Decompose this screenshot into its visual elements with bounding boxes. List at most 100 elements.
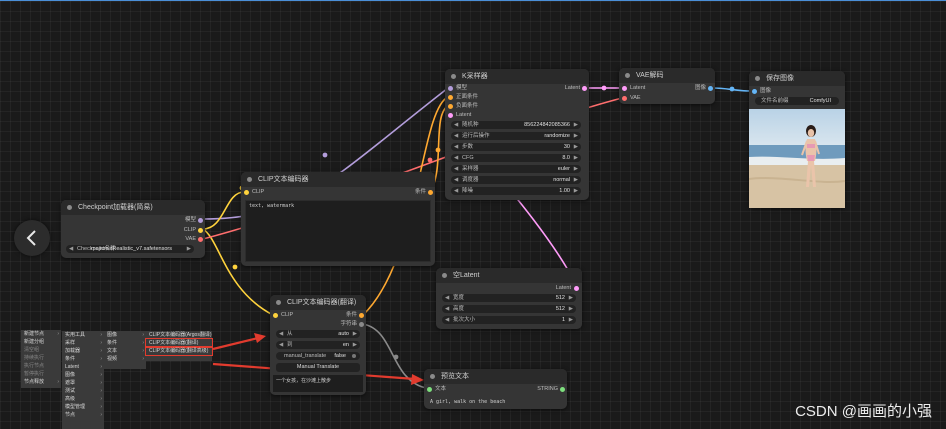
generated-image-preview[interactable] bbox=[749, 109, 845, 208]
batch-size-widget[interactable]: ◀ 批次大小 1 ▶ bbox=[442, 316, 576, 324]
from-lang-combo[interactable]: ◀ 从 auto ▶ bbox=[276, 330, 360, 338]
node-title: K采样器 bbox=[445, 69, 589, 84]
menu-item[interactable]: 清空组 bbox=[21, 346, 61, 354]
collapse-dot-icon[interactable] bbox=[67, 205, 72, 210]
collapse-dot-icon[interactable] bbox=[755, 76, 760, 81]
output-image-pin[interactable] bbox=[708, 86, 713, 91]
output-latent-label: Latent bbox=[564, 85, 580, 91]
collapse-dot-icon[interactable] bbox=[451, 74, 456, 79]
menu-item[interactable]: 加载器 › bbox=[62, 347, 104, 355]
input-clip-pin[interactable] bbox=[244, 190, 249, 195]
back-button[interactable] bbox=[14, 220, 50, 256]
menu-item[interactable]: Latent › bbox=[62, 363, 104, 371]
output-string-label: STRING bbox=[537, 386, 558, 392]
collapse-dot-icon[interactable] bbox=[625, 73, 630, 78]
node-title: CLIP文本编码器 bbox=[241, 172, 435, 187]
cfg-widget[interactable]: ◀ CFG 8.0 ▶ bbox=[451, 154, 581, 162]
input-clip-pin[interactable] bbox=[273, 313, 278, 318]
context-menu-subcategories[interactable]: 图像 › 条件 › 文本 › 视频 › bbox=[104, 331, 146, 369]
menu-item[interactable]: 采样 › bbox=[62, 339, 104, 347]
seed-widget[interactable]: ◀ 随机种 856224842085366 ▶ bbox=[451, 121, 581, 129]
node-title: VAE解码 bbox=[619, 68, 715, 83]
context-menu-nodes[interactable]: CLIP文本编码器(Argos翻译) CLIP文本编码器(翻译) CLIP文本编… bbox=[145, 331, 213, 361]
ksampler-node[interactable]: K采样器 模型 正面条件 负面条件 Latent Latent ◀ 随机种 8562… bbox=[445, 69, 589, 200]
vae-decode-node[interactable]: VAE解码 Latent VAE 图像 bbox=[619, 68, 715, 104]
collapse-dot-icon[interactable] bbox=[442, 273, 447, 278]
to-lang-combo[interactable]: ◀ 到 en ▶ bbox=[276, 341, 360, 349]
menu-item[interactable]: 测试 › bbox=[62, 387, 104, 395]
collapse-dot-icon[interactable] bbox=[276, 300, 281, 305]
manual-translate-button[interactable]: Manual Translate bbox=[276, 363, 360, 372]
collapse-dot-icon[interactable] bbox=[247, 177, 252, 182]
output-model-pin[interactable] bbox=[198, 218, 203, 223]
input-positive-pin[interactable] bbox=[448, 95, 453, 100]
menu-item[interactable]: 实用工具 › bbox=[62, 331, 104, 339]
input-text-pin[interactable] bbox=[427, 387, 432, 392]
menu-item[interactable]: 图像 › bbox=[104, 331, 146, 339]
menu-item[interactable]: 文本 › bbox=[104, 347, 146, 355]
sampler-widget[interactable]: ◀ 采样器 euler ▶ bbox=[451, 165, 581, 173]
context-menu-categories[interactable]: 实用工具 › 采样 › 加载器 › 条件 › Latent › 图像 › 遮罩 › 测试 › 高… bbox=[62, 331, 104, 429]
input-latent-label: Latent bbox=[630, 85, 646, 91]
input-vae-pin[interactable] bbox=[622, 96, 627, 101]
menu-item[interactable]: 执行节点 bbox=[21, 362, 61, 370]
output-vae-pin[interactable] bbox=[198, 237, 203, 242]
control-after-generate-widget[interactable]: ◀ 运行后操作 randomize ▶ bbox=[451, 132, 581, 140]
input-negative-label: 负面条件 bbox=[456, 103, 479, 109]
output-vae-label: VAE bbox=[185, 236, 196, 242]
output-conditioning-pin[interactable] bbox=[428, 190, 433, 195]
menu-item[interactable]: 视频 › bbox=[104, 355, 146, 363]
prompt-textarea[interactable]: 一个女孩，在沙滩上散步 bbox=[273, 375, 363, 392]
output-string-pin[interactable] bbox=[359, 322, 364, 327]
steps-widget[interactable]: ◀ 步数 30 ▶ bbox=[451, 143, 581, 151]
scheduler-widget[interactable]: ◀ 调度器 normal ▶ bbox=[451, 176, 581, 184]
menu-item[interactable]: 节点释放 › bbox=[21, 378, 61, 386]
ckpt-name-combo[interactable]: ◀ Checkpoint名称 majicmixRealistic_v7.safete… bbox=[66, 245, 194, 253]
menu-item[interactable]: 条件 › bbox=[104, 339, 146, 347]
manual-translate-toggle[interactable]: manual_translate false bbox=[276, 352, 360, 360]
menu-item[interactable]: 新建分组 bbox=[21, 338, 61, 346]
clip-translate-node[interactable]: CLIP文本编码器(翻译) CLIP 条件 字符串 ◀ 从 auto ▶ ◀ 到 en ▶ … bbox=[270, 295, 366, 395]
clip-text-encode-node[interactable]: CLIP文本编码器 CLIP 条件 text, watermark bbox=[241, 172, 435, 266]
input-clip-label: CLIP bbox=[281, 312, 294, 318]
menu-item[interactable]: 遮罩 › bbox=[62, 379, 104, 387]
output-clip-pin[interactable] bbox=[198, 228, 203, 233]
menu-item[interactable]: 节点 › bbox=[62, 411, 104, 419]
menu-item[interactable]: CLIP文本编码器(Argos翻译) bbox=[146, 331, 212, 339]
output-string-pin[interactable] bbox=[560, 387, 565, 392]
height-widget[interactable]: ◀ 高度 512 ▶ bbox=[442, 305, 576, 313]
output-latent-label: Latent bbox=[555, 285, 571, 291]
denoise-widget[interactable]: ◀ 降噪 1.00 ▶ bbox=[451, 187, 581, 195]
menu-item[interactable]: 新建节点 › bbox=[21, 330, 61, 338]
menu-item[interactable]: CLIP文本编码器(翻译) bbox=[145, 338, 213, 348]
width-widget[interactable]: ◀ 宽度 512 ▶ bbox=[442, 294, 576, 302]
menu-item[interactable]: 持续执行 bbox=[21, 354, 61, 362]
menu-item[interactable]: 高级 › bbox=[62, 395, 104, 403]
input-model-pin[interactable] bbox=[448, 86, 453, 91]
output-latent-pin[interactable] bbox=[574, 286, 579, 291]
menu-item[interactable]: 模型管理 › bbox=[62, 403, 104, 411]
save-image-node[interactable]: 保存图像 图像 文件名前缀 ComfyUI bbox=[749, 71, 845, 208]
input-latent-pin[interactable] bbox=[448, 113, 453, 118]
node-title: Checkpoint加载器(简易) bbox=[61, 200, 205, 215]
menu-item[interactable]: 条件 › bbox=[62, 355, 104, 363]
input-negative-pin[interactable] bbox=[448, 104, 453, 109]
output-conditioning-pin[interactable] bbox=[359, 313, 364, 318]
watermark: CSDN @画画的小强 bbox=[795, 403, 932, 420]
checkpoint-loader-node[interactable]: Checkpoint加载器(简易) 模型 CLIP VAE ◀ Checkpoin… bbox=[61, 200, 205, 258]
menu-item[interactable]: CLIP文本编码器(翻译高级) bbox=[145, 346, 213, 356]
chevron-left-icon bbox=[26, 230, 36, 246]
node-title: 预览文本 bbox=[424, 369, 567, 384]
filename-prefix-widget[interactable]: 文件名前缀 ComfyUI bbox=[755, 97, 839, 105]
collapse-dot-icon[interactable] bbox=[430, 374, 435, 379]
prompt-textarea[interactable]: text, watermark bbox=[245, 200, 431, 262]
preview-text-node[interactable]: 预览文本 文本 STRING A girl, walk on the beach bbox=[424, 369, 567, 409]
input-image-pin[interactable] bbox=[752, 89, 757, 94]
input-vae-label: VAE bbox=[630, 95, 641, 101]
menu-item[interactable]: 暂停执行 bbox=[21, 370, 61, 378]
empty-latent-node[interactable]: 空Latent Latent ◀ 宽度 512 ▶ ◀ 高度 512 ▶ ◀ 批次大小 1 ▶ bbox=[436, 268, 582, 329]
output-latent-pin[interactable] bbox=[582, 86, 587, 91]
menu-item[interactable]: 图像 › bbox=[62, 371, 104, 379]
context-menu-main[interactable]: 新建节点 › 新建分组 清空组 持续执行 执行节点 暂停执行 节点释放 › bbox=[21, 330, 61, 388]
input-latent-pin[interactable] bbox=[622, 86, 627, 91]
